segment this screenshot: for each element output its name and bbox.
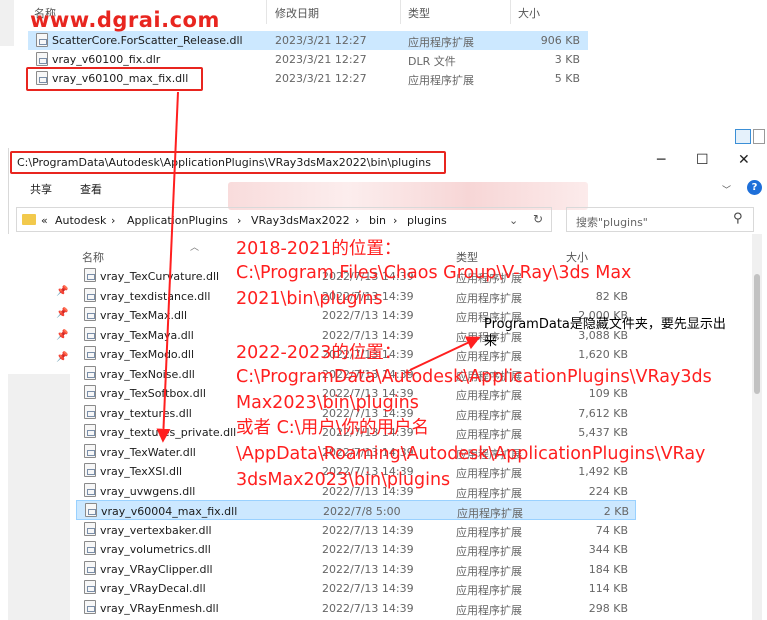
location-2022-path-line2: Max2023\bin\plugins [236, 393, 419, 413]
location-2022-alt-line1: 或者 C:\用户\你的用户名 [236, 418, 429, 438]
arrow-to-selected-file [156, 91, 179, 443]
location-2018-title: 2018-2021的位置： [236, 239, 402, 259]
location-2022-alt-line2: \AppData\Roaming\Autodesk\ApplicationPlu… [236, 444, 706, 464]
hidden-folder-note-line2: 来 [484, 334, 498, 349]
annotation-arrows [156, 91, 481, 443]
location-2018-path-line1: C:\Program Files\Chaos Group\V-Ray\3ds M… [236, 263, 632, 283]
location-2022-alt-line3: 3dsMax2023\bin\plugins [236, 470, 451, 490]
hidden-folder-note-line1: ProgramData是隐藏文件夹，要先显示出 [484, 317, 726, 332]
location-2022-title: 2022-2023的位置： [236, 343, 402, 363]
screenshot-root: 名称 修改日期 类型 大小 ScatterCore.ForScatter_Rel… [0, 0, 767, 620]
location-2018-path-line2: 2021\bin\plugins [236, 289, 383, 309]
location-2022-path-line1: C:\ProgramData\Autodesk\ApplicationPlugi… [236, 367, 712, 387]
